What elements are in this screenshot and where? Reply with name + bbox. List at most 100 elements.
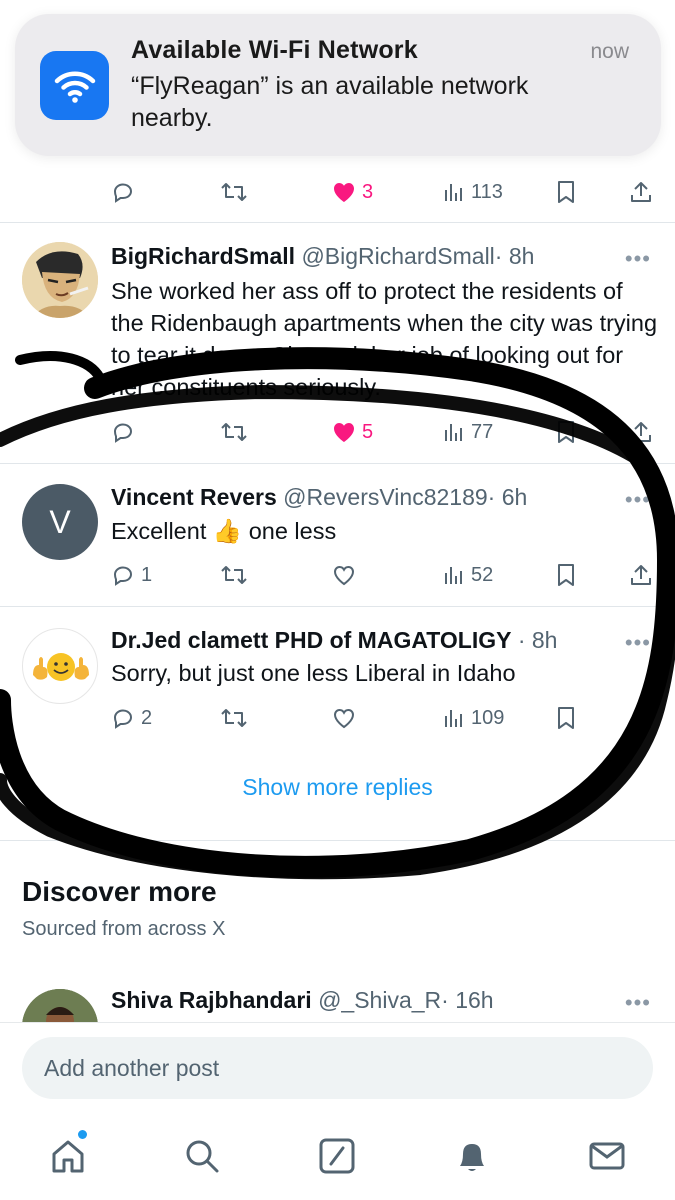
like-button[interactable] [332,558,356,592]
username[interactable]: @ReversVinc82189 [283,484,487,510]
tab-search[interactable] [180,1134,224,1178]
tab-grok[interactable] [315,1134,359,1178]
tab-notifications[interactable] [450,1134,494,1178]
tweet-text: Excellent 👍 one less [111,515,661,547]
tweet-text-part: one less [248,518,337,544]
tab-home[interactable] [46,1134,90,1178]
view-count: 77 [471,420,494,443]
more-options-icon[interactable]: ••• [625,990,651,1016]
repost-button[interactable] [220,701,248,735]
share-icon [631,422,651,442]
reply-button[interactable] [111,175,135,209]
share-icon [631,708,651,728]
like-button[interactable]: 3 [332,175,373,209]
display-name[interactable]: BigRichardSmall [111,243,295,269]
reply-icon [113,566,133,586]
share-button[interactable] [630,558,652,592]
notification-body: “FlyReagan” is an available network near… [131,72,529,132]
add-post-input[interactable]: Add another post [22,1037,653,1099]
repost-icon [221,709,247,727]
username[interactable]: @_Shiva_R [318,987,441,1013]
views-button[interactable]: 113 [443,175,503,209]
repost-icon [221,183,247,201]
reply-count: 2 [141,706,153,729]
tweet-actions: 2 109 [0,701,675,735]
repost-button[interactable] [220,415,248,449]
more-options-icon[interactable]: ••• [625,246,651,272]
share-button[interactable] [630,415,652,449]
bookmark-icon [558,421,574,443]
views-button[interactable]: 52 [443,558,493,592]
views-icon [445,184,462,201]
share-button[interactable] [630,175,652,209]
views-button[interactable]: 109 [443,701,504,735]
repost-icon [221,423,247,441]
app-screen: Available Wi-Fi Network “FlyReagan” is a… [0,0,675,1200]
like-button[interactable]: 5 [332,415,373,449]
heart-filled-icon [334,183,354,202]
tab-bar [0,1120,675,1200]
tab-messages[interactable] [585,1134,629,1178]
views-icon [445,424,462,441]
display-name[interactable]: Dr.Jed clamett PHD of MAGATOLIGY [111,627,511,653]
like-button[interactable] [332,701,356,735]
tweet-text-part: Excellent [111,518,207,544]
section-title: Discover more [22,876,217,907]
display-name[interactable]: Vincent Revers [111,484,277,510]
avatar[interactable]: V [22,484,98,560]
wifi-notification[interactable]: Available Wi-Fi Network “FlyReagan” is a… [15,14,661,156]
notification-time: now [590,40,629,63]
bookmark-icon [558,564,574,586]
post-time: · 6h [487,484,528,510]
post-time: · 8h [517,627,558,653]
view-count: 109 [471,706,505,729]
heart-icon [333,708,355,729]
notification-dot [78,1130,87,1139]
tweet-header: Shiva Rajbhandari @_Shiva_R· 16h [111,987,494,1014]
repost-button[interactable] [220,558,248,592]
tweet-actions: 1 52 [0,558,675,592]
reply-button[interactable]: 2 [111,701,152,735]
bookmark-icon [558,181,574,203]
reply-button[interactable] [111,415,135,449]
avatar-letter: V [49,503,71,540]
divider [0,606,675,607]
post-time: · 16h [441,987,494,1013]
tweet-header: BigRichardSmall @BigRichardSmall· 8h [111,243,534,270]
views-button[interactable]: 77 [443,415,493,449]
mail-icon [589,1142,625,1170]
reply-button[interactable]: 1 [111,558,152,592]
notification-title: Available Wi-Fi Network [131,36,418,64]
views-icon [445,567,462,584]
bookmark-button[interactable] [556,558,576,592]
more-options-icon[interactable]: ••• [625,487,651,513]
view-count: 113 [471,180,503,203]
share-button[interactable] [630,701,652,735]
reply-icon [113,423,133,443]
bookmark-button[interactable] [556,415,576,449]
tweet-header: Vincent Revers @ReversVinc82189· 6h [111,484,527,511]
username[interactable]: @BigRichardSmall [301,243,494,269]
bookmark-button[interactable] [556,175,576,209]
reply-icon [113,183,133,203]
avatar[interactable] [22,242,98,318]
tweet-text: She worked her ass off to protect the re… [111,278,658,400]
show-more-replies-link[interactable]: Show more replies [0,774,675,801]
display-name[interactable]: Shiva Rajbhandari [111,987,312,1013]
bell-icon [460,1144,484,1171]
search-icon [186,1140,219,1173]
view-count: 52 [471,563,494,586]
repost-button[interactable] [220,175,248,209]
like-count: 3 [362,180,374,203]
bookmark-button[interactable] [556,701,576,735]
repost-icon [221,566,247,584]
section-subtitle: Sourced from across X [22,918,226,940]
more-options-icon[interactable]: ••• [625,630,651,656]
home-icon [52,1140,84,1173]
bookmark-icon [558,707,574,729]
grok-icon [319,1138,355,1174]
tweet-actions: 3 113 [0,175,675,209]
divider [0,463,675,464]
avatar[interactable] [22,628,98,704]
share-icon [631,565,651,585]
